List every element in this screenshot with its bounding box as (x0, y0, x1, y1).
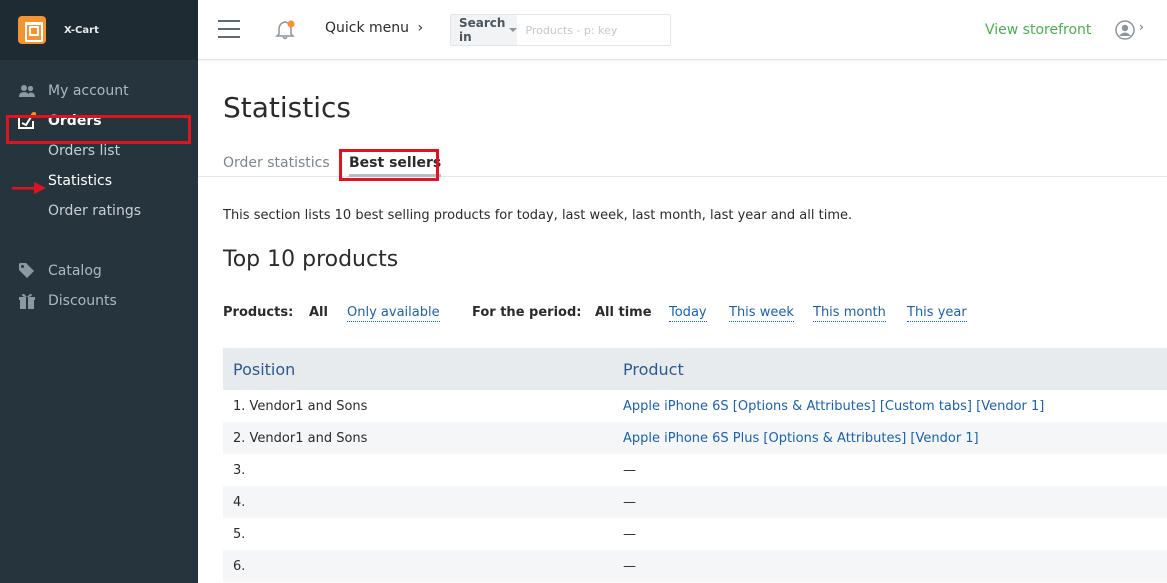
search-in-label: Search in (459, 16, 506, 44)
best-sellers-highlight-box (339, 149, 439, 181)
products-filter-only-available[interactable]: Only available (347, 305, 440, 322)
sidebar-subitem-label: Statistics (48, 173, 112, 189)
section-title: Top 10 products (223, 247, 399, 272)
sidebar-item-discounts[interactable]: Discounts (0, 286, 198, 316)
table-row: 4. — (223, 486, 1167, 518)
table-row: 3. — (223, 454, 1167, 486)
sidebar-item-label: My account (48, 83, 129, 99)
red-arrow-pointer-icon (12, 182, 46, 194)
cell-product-empty: — (623, 558, 636, 574)
chevron-right-icon: › (417, 20, 424, 36)
cell-product-link[interactable]: Apple iPhone 6S Plus [Options & Attribut… (623, 431, 979, 446)
period-filter-label: For the period: (472, 305, 582, 320)
main-content: Statistics Order statistics Best sellers… (198, 61, 1167, 583)
products-filter-label: Products: (223, 305, 294, 320)
cell-product-empty: — (623, 462, 636, 478)
top-products-table: Position Product 1. Vendor1 and Sons App… (223, 348, 1167, 582)
period-filter-this-month[interactable]: This month (813, 305, 886, 322)
sidebar-subitem-order-ratings[interactable]: Order ratings (0, 196, 198, 226)
section-description: This section lists 10 best selling produ… (223, 208, 853, 223)
sidebar-subitem-label: Order ratings (48, 203, 142, 219)
period-filter-current: All time (595, 305, 652, 320)
hamburger-menu-icon[interactable] (218, 20, 240, 38)
search-in-dropdown[interactable]: Search in (451, 15, 518, 45)
column-header-product: Product (623, 359, 684, 379)
table-header: Position Product (223, 348, 1167, 390)
cell-position: 3. (233, 462, 246, 478)
search-bar: Search in (450, 14, 671, 46)
quick-menu-label: Quick menu (325, 20, 410, 36)
period-filter-this-week[interactable]: This week (729, 305, 794, 322)
column-header-position: Position (233, 359, 296, 379)
cell-position: 2. Vendor1 and Sons (233, 430, 368, 446)
sidebar-item-label: Catalog (48, 263, 102, 279)
gift-icon (19, 293, 35, 309)
cell-product-link[interactable]: Apple iPhone 6S [Options & Attributes] [… (623, 399, 1044, 414)
sidebar: X-Cart My account Orders Orders list Sta… (0, 0, 198, 583)
brand-name: X-Cart (64, 24, 99, 36)
period-filter-this-year[interactable]: This year (907, 305, 967, 322)
period-filter-today[interactable]: Today (669, 305, 707, 322)
search-input[interactable] (517, 15, 671, 45)
bell-notification-icon[interactable] (274, 19, 296, 41)
cell-product-empty: — (623, 494, 636, 510)
topbar: Quick menu › Search in View storefront › (198, 0, 1167, 60)
table-row: 5. — (223, 518, 1167, 550)
table-body: 1. Vendor1 and Sons Apple iPhone 6S [Opt… (223, 390, 1167, 582)
cell-position: 4. (233, 494, 246, 510)
cell-position: 5. (233, 526, 246, 542)
quick-menu-button[interactable]: Quick menu › (325, 20, 423, 36)
sidebar-subitem-label: Orders list (48, 143, 121, 159)
page-title: Statistics (223, 91, 351, 124)
cell-position: 6. (233, 558, 246, 574)
chevron-right-icon[interactable]: › (1139, 20, 1144, 34)
table-row: 1. Vendor1 and Sons Apple iPhone 6S [Opt… (223, 390, 1167, 422)
orders-highlight-box (6, 115, 191, 144)
sidebar-item-my-account[interactable]: My account (0, 76, 198, 106)
brand: X-Cart (0, 0, 198, 60)
table-row: 6. — (223, 550, 1167, 582)
sidebar-item-catalog[interactable]: Catalog (0, 256, 198, 286)
cell-product-empty: — (623, 526, 636, 542)
tag-icon (19, 263, 34, 278)
view-storefront-link[interactable]: View storefront (985, 22, 1091, 38)
sidebar-item-label: Discounts (48, 293, 117, 309)
users-icon (19, 85, 35, 97)
tab-order-statistics[interactable]: Order statistics (223, 155, 330, 171)
products-filter-current: All (309, 305, 328, 320)
caret-down-icon (509, 28, 518, 32)
user-avatar-icon[interactable] (1115, 20, 1135, 40)
table-row: 2. Vendor1 and Sons Apple iPhone 6S Plus… (223, 422, 1167, 454)
xcart-logo-icon[interactable] (18, 16, 46, 44)
cell-position: 1. Vendor1 and Sons (233, 398, 368, 414)
